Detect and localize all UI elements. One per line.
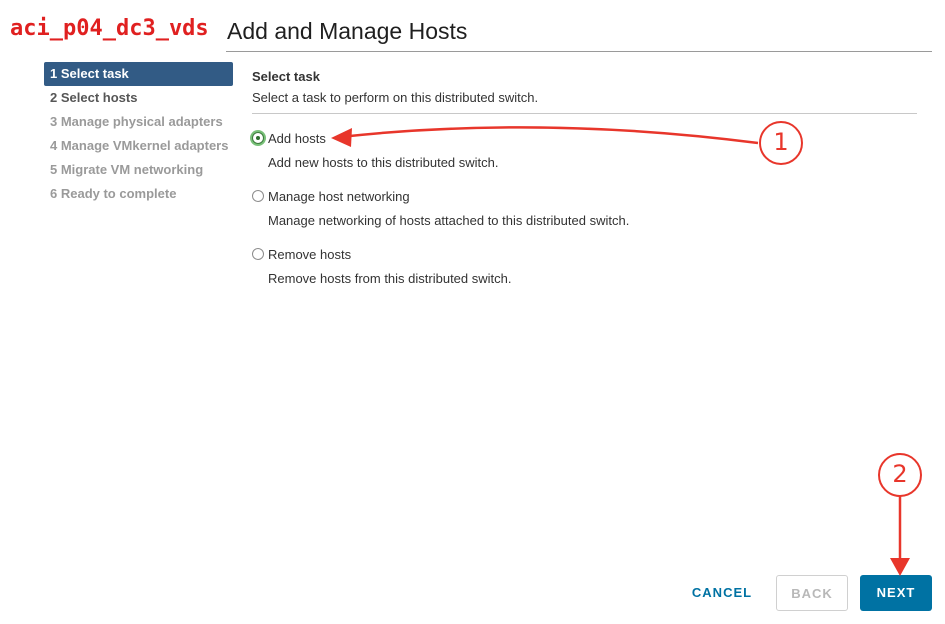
cancel-button[interactable]: CANCEL: [680, 575, 764, 611]
page-title: Select task: [252, 69, 320, 84]
step-manage-vmkernel-adapters: 4 Manage VMkernel adapters: [50, 138, 229, 153]
wizard-title: Add and Manage Hosts: [227, 18, 468, 44]
manage-host-networking-label[interactable]: Manage host networking: [268, 189, 410, 204]
object-name-annotation: aci_p04_dc3_vds: [10, 16, 209, 41]
header-divider: [226, 51, 932, 52]
remove-hosts-radio[interactable]: [252, 248, 264, 260]
step-select-hosts[interactable]: 2 Select hosts: [44, 86, 233, 110]
callout-1-badge: 1: [759, 121, 803, 165]
add-hosts-description: Add new hosts to this distributed switch…: [268, 155, 499, 170]
add-hosts-label[interactable]: Add hosts: [268, 131, 326, 146]
arrow-head-add-hosts-icon: [331, 128, 352, 147]
page-description: Select a task to perform on this distrib…: [252, 90, 539, 105]
add-hosts-radio[interactable]: [252, 132, 264, 144]
next-button[interactable]: NEXT: [860, 575, 932, 611]
wizard-header: aci_p04_dc3_vds Add and Manage Hosts: [0, 0, 945, 52]
step-migrate-vm-networking: 5 Migrate VM networking: [50, 162, 204, 177]
manage-host-networking-radio[interactable]: [252, 190, 264, 202]
arrow-to-add-hosts: [339, 126, 759, 145]
callout-2-badge: 2: [878, 453, 922, 497]
back-button: BACK: [776, 575, 848, 611]
step-ready-to-complete: 6 Ready to complete: [50, 186, 177, 201]
arrow-head-next-icon: [890, 558, 910, 576]
remove-hosts-description: Remove hosts from this distributed switc…: [268, 271, 512, 286]
content-divider: [252, 113, 917, 114]
wizard-steps-nav: 1 Select task 2 Select hosts 3 Manage ph…: [44, 62, 233, 206]
step-manage-physical-adapters: 3 Manage physical adapters: [50, 114, 223, 129]
step-select-task[interactable]: 1 Select task: [44, 62, 233, 86]
remove-hosts-label[interactable]: Remove hosts: [268, 247, 351, 262]
manage-host-networking-description: Manage networking of hosts attached to t…: [268, 213, 630, 228]
